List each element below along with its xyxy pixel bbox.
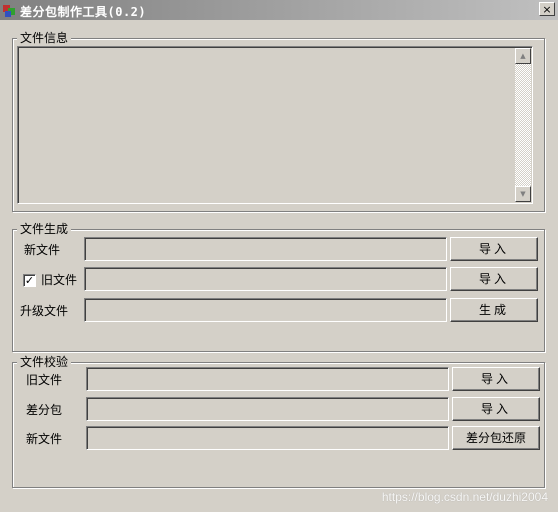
file-info-text (18, 47, 532, 203)
verify-old-file-label: 旧文件 (26, 373, 63, 387)
gen-old-file-label: 旧文件 (41, 273, 78, 287)
file-info-textarea[interactable]: ▲ ▼ (17, 46, 533, 204)
generate-group-label: 文件生成 (17, 222, 72, 236)
verify-old-file-import-button[interactable]: 导入 (452, 367, 540, 391)
upgrade-file-input[interactable] (84, 298, 447, 322)
gen-new-file-input[interactable] (84, 237, 447, 261)
close-button[interactable]: × (539, 2, 555, 16)
diff-package-label: 差分包 (26, 403, 63, 417)
diff-package-import-button[interactable]: 导入 (452, 397, 540, 421)
upgrade-file-label: 升级文件 (20, 304, 69, 318)
vertical-scrollbar[interactable]: ▲ ▼ (515, 48, 531, 202)
verify-new-file-input[interactable] (86, 426, 449, 450)
verify-new-file-label: 新文件 (26, 432, 63, 446)
scroll-up-icon: ▲ (520, 52, 526, 60)
info-group-label: 文件信息 (17, 31, 72, 45)
verify-group-label: 文件校验 (17, 355, 72, 369)
scroll-down-button[interactable]: ▼ (515, 186, 531, 202)
diff-package-input[interactable] (86, 397, 449, 421)
gen-old-file-import-button[interactable]: 导入 (450, 267, 538, 291)
generate-button[interactable]: 生成 (450, 298, 538, 322)
restore-diff-package-button[interactable]: 差分包还原 (452, 426, 540, 450)
gen-old-file-input[interactable] (84, 267, 447, 291)
scroll-down-icon: ▼ (520, 190, 526, 198)
app-icon (2, 2, 18, 18)
watermark: https://blog.csdn.net/duzhi2004 (381, 490, 548, 504)
old-file-checkbox[interactable]: ✓ (23, 274, 36, 287)
gen-new-file-label: 新文件 (24, 243, 61, 257)
window-title: 差分包制作工具(0.2) (20, 5, 147, 19)
gen-new-file-import-button[interactable]: 导入 (450, 237, 538, 261)
verify-old-file-input[interactable] (86, 367, 449, 391)
scroll-up-button[interactable]: ▲ (515, 48, 531, 64)
title-bar[interactable]: 差分包制作工具(0.2) × (0, 0, 558, 20)
